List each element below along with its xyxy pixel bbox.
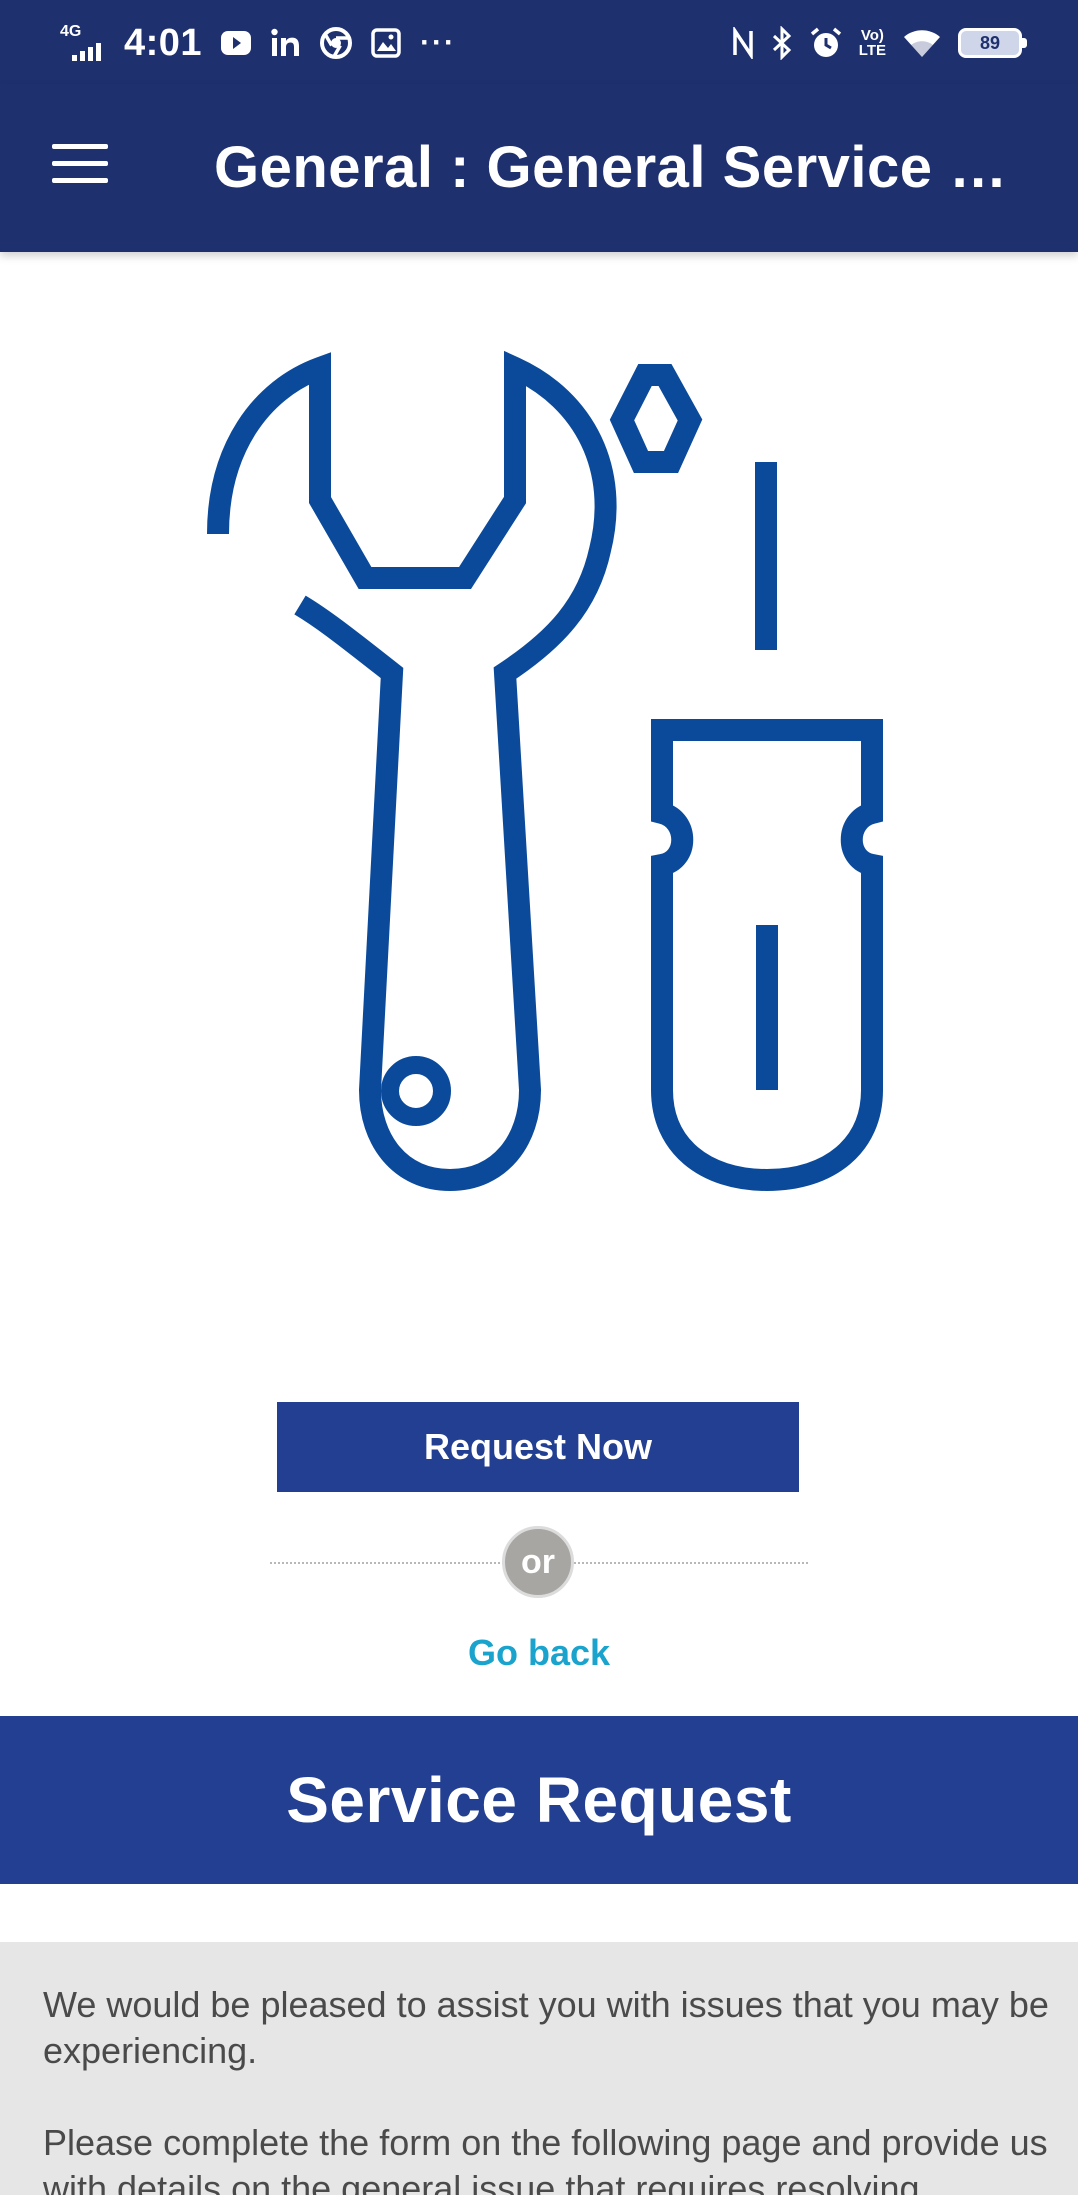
request-now-button[interactable]: Request Now [277,1402,799,1492]
linkedin-icon [270,28,302,58]
clock: 4:01 [124,21,203,64]
or-separator: or [502,1526,574,1598]
status-left: 4G 4:01 ··· [60,18,456,68]
screen: 4G 4:01 ··· Vo) LTE 89 General: General… [0,0,1078,2195]
nfc-icon [731,27,755,59]
go-back-link[interactable]: Go back [0,1632,1078,1674]
chrome-icon [320,27,353,59]
tools-icon [207,350,883,1192]
battery-indicator: 89 [958,28,1027,58]
cellular-signal-icon: 4G [60,23,106,63]
hamburger-menu-icon[interactable] [52,144,112,192]
screwdriver-tip-icon [609,364,703,473]
network-type: 4G [60,23,82,40]
youtube-icon [220,29,252,57]
gallery-icon [370,27,402,59]
status-right: Vo) LTE 89 [731,18,1027,68]
bluetooth-icon [771,26,793,60]
info-panel: We would be pleased to assist you with i… [0,1942,1078,2195]
more-notifications-icon: ··· [420,26,457,59]
app-bar: General : General Service Request [0,84,1078,252]
info-paragraph-1: We would be pleased to assist you with i… [43,1984,1049,2071]
info-paragraph-2: Please complete the form on the followin… [43,2122,1048,2195]
status-bar: 4G 4:01 ··· Vo) LTE 89 [0,0,1078,84]
volte-icon: Vo) LTE [858,27,886,59]
page-title: General : General Service Request [214,135,1044,200]
info-text: We would be pleased to assist you with i… [43,1982,1078,2195]
section-header: Service Request [0,1716,1078,1884]
wifi-icon [902,27,942,59]
alarm-icon [809,26,843,60]
section-title: Service Request [286,1764,792,1836]
wrench-hole-icon [381,1056,451,1126]
